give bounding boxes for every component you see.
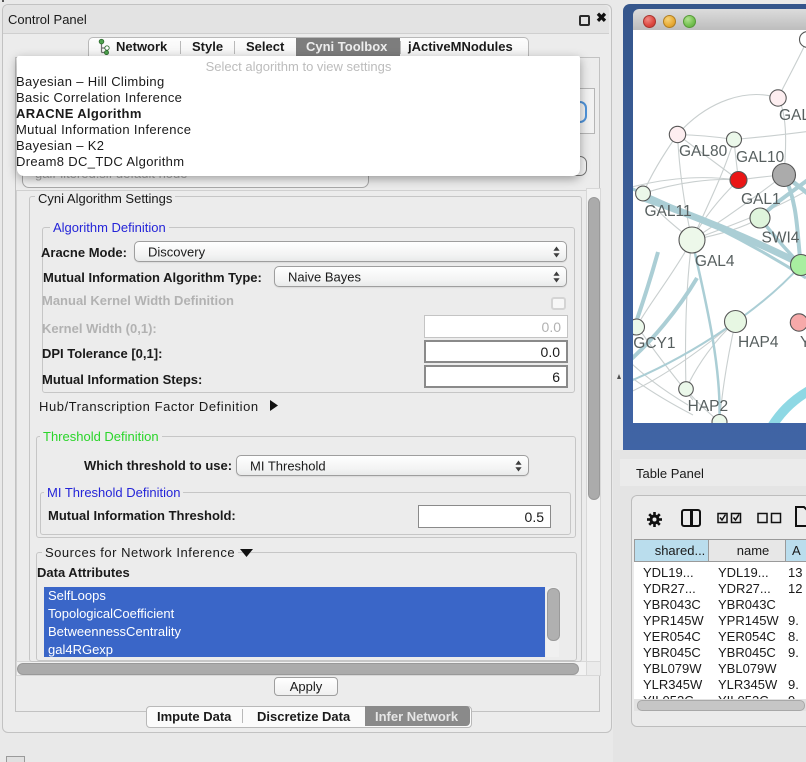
svg-text:GAL11: GAL11: [645, 203, 692, 220]
svg-text:GAL: GAL: [779, 107, 806, 124]
svg-text:HAP2: HAP2: [688, 398, 729, 415]
svg-text:Y: Y: [800, 334, 806, 351]
svg-text:HAP4: HAP4: [738, 334, 779, 351]
svg-text:GCY1: GCY1: [633, 335, 675, 352]
svg-text:GAL1: GAL1: [741, 191, 781, 208]
svg-text:GAL10: GAL10: [736, 149, 785, 166]
svg-text:GAL80: GAL80: [679, 143, 728, 160]
svg-text:GAL4: GAL4: [695, 253, 735, 270]
svg-text:SWI4: SWI4: [762, 230, 800, 247]
